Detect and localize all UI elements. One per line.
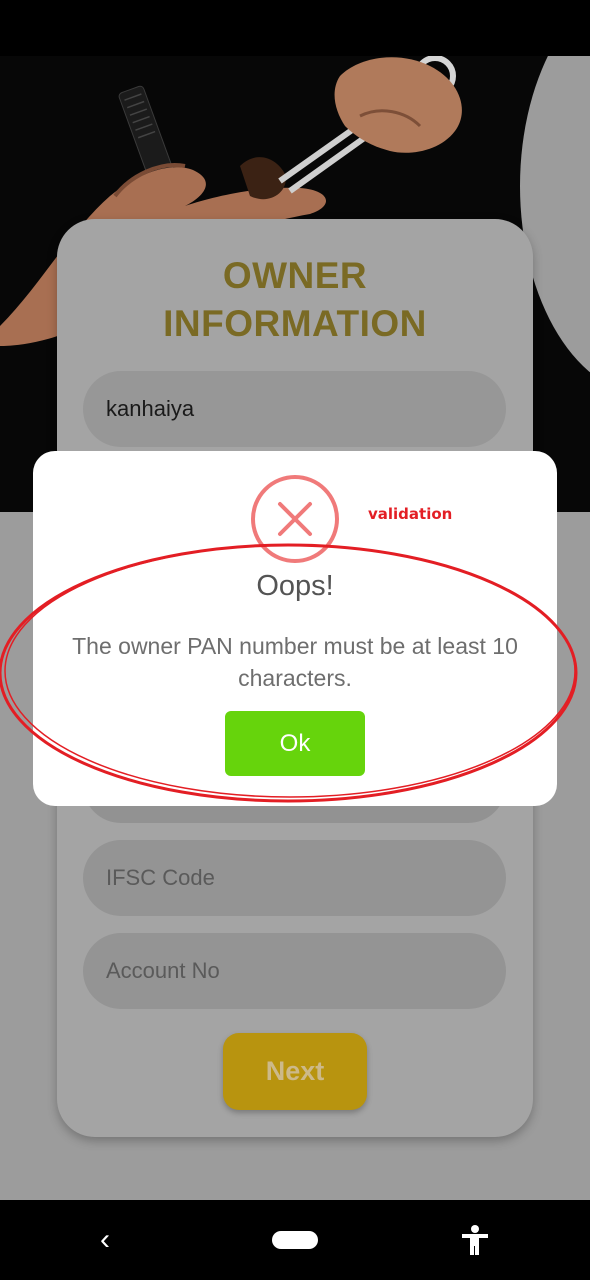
annotation-ellipse xyxy=(0,543,578,803)
ifsc-code-field[interactable]: IFSC Code xyxy=(83,840,506,916)
annotation-label: validation xyxy=(368,505,453,523)
owner-name-field[interactable]: kanhaiya xyxy=(83,371,506,447)
status-bar xyxy=(0,0,590,56)
accessibility-icon[interactable] xyxy=(460,1224,490,1256)
back-icon[interactable]: ‹ xyxy=(100,1222,110,1258)
home-pill-icon[interactable] xyxy=(272,1231,318,1249)
next-button[interactable]: Next xyxy=(223,1033,367,1110)
account-number-field[interactable]: Account No xyxy=(83,933,506,1009)
form-title: OWNER INFORMATION xyxy=(163,255,427,344)
